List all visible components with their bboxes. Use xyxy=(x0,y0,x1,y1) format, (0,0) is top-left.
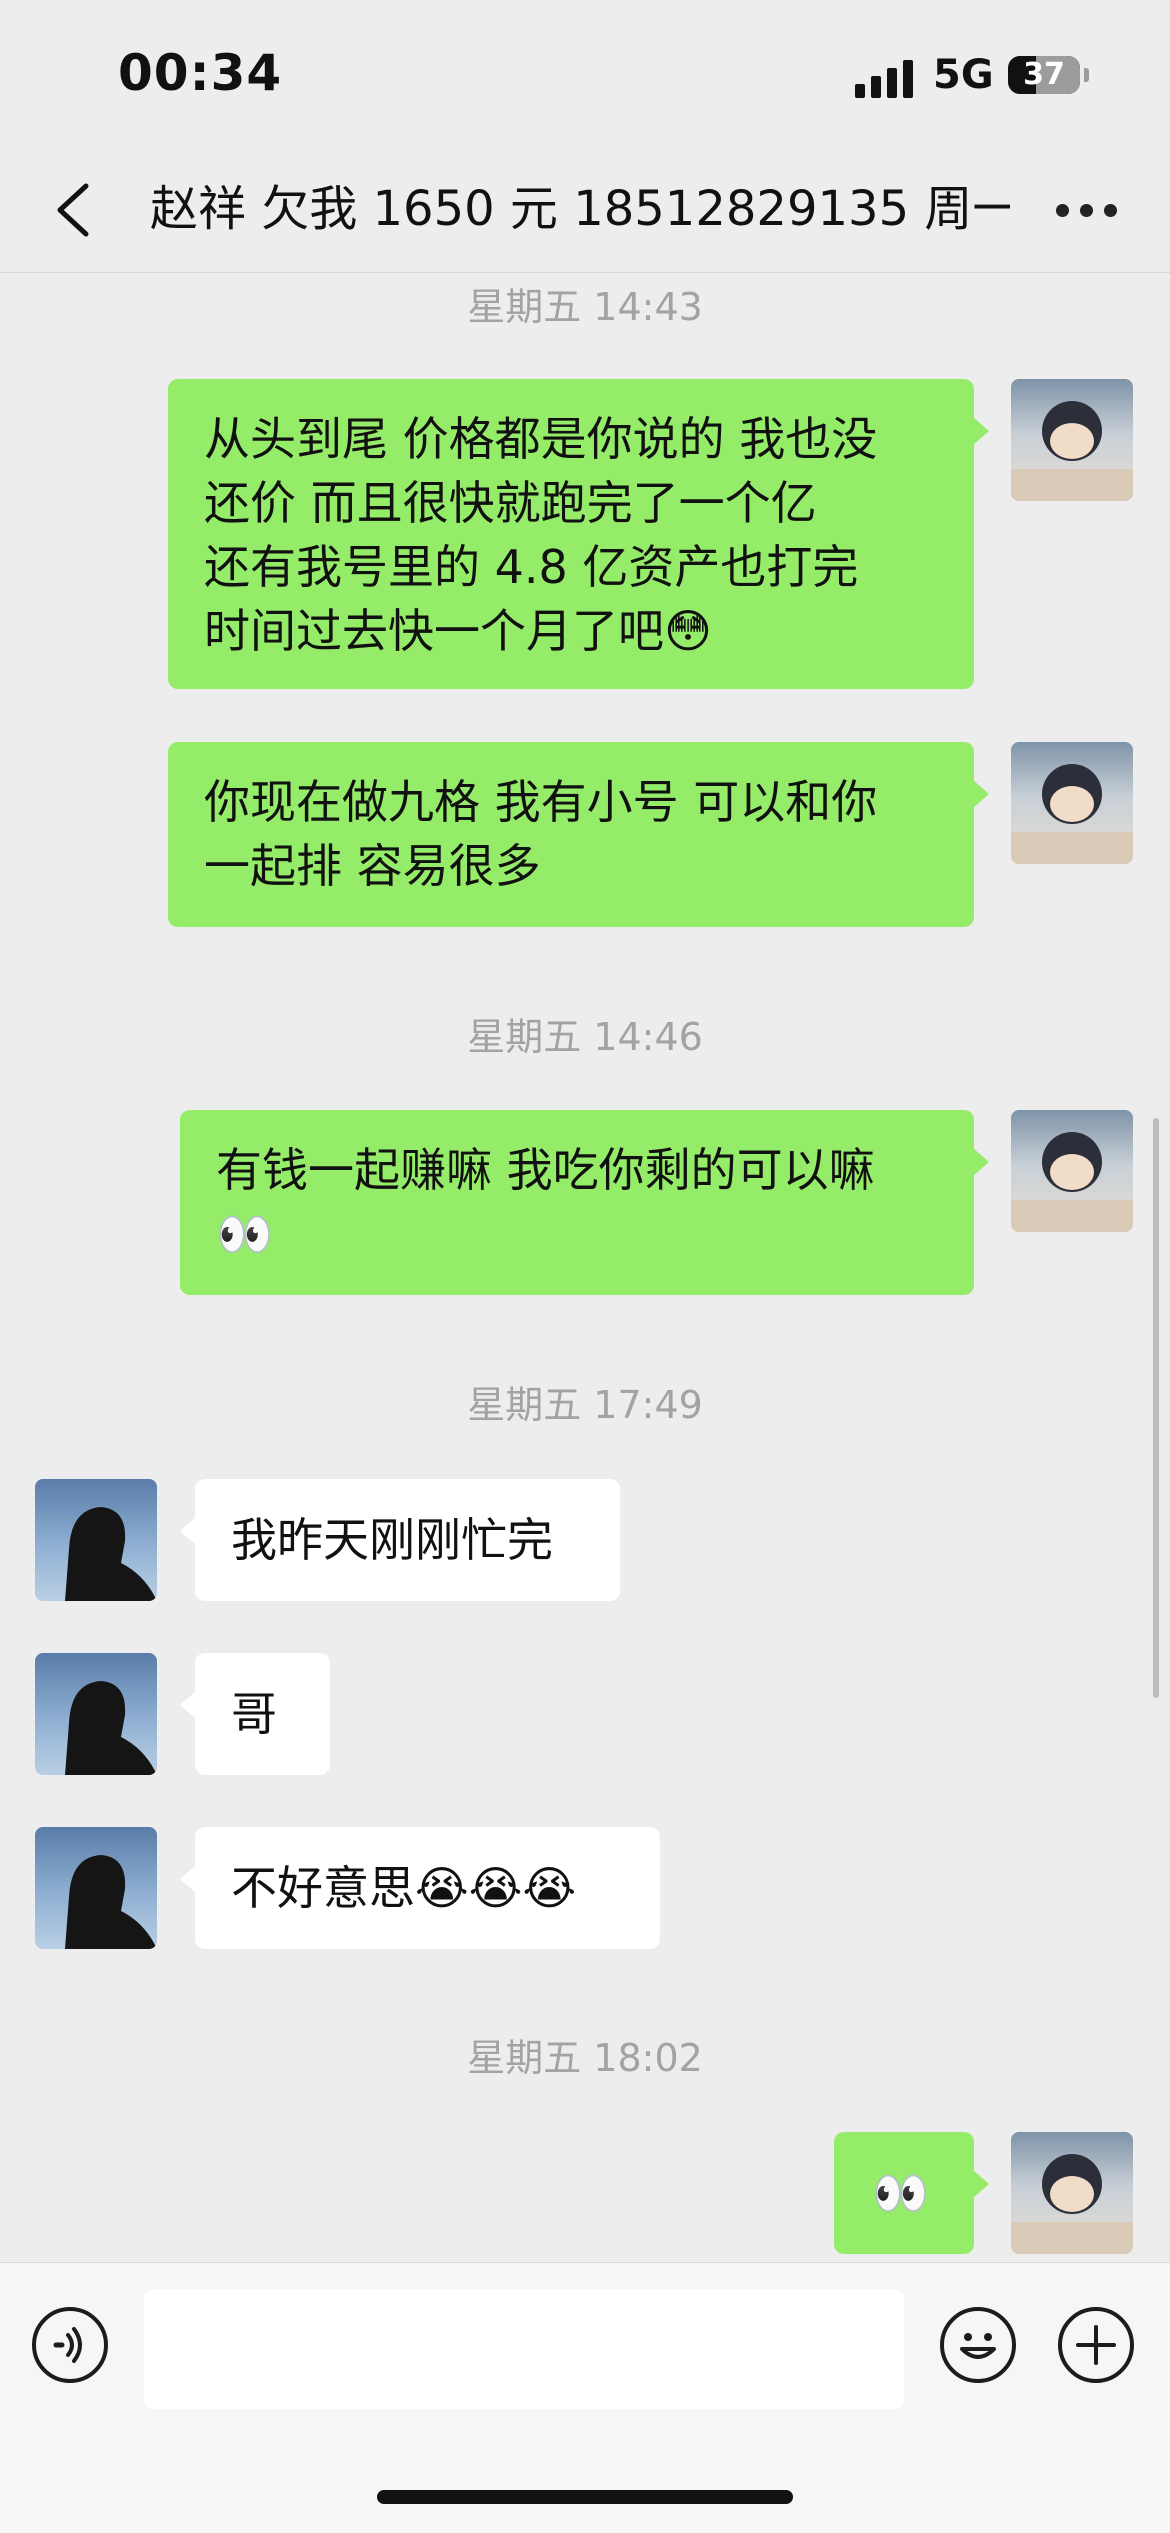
emoji-icon[interactable] xyxy=(940,2307,1016,2383)
avatar[interactable] xyxy=(1011,2132,1133,2254)
message-text: 👀 xyxy=(872,2166,930,2220)
message-text: 哥 xyxy=(231,1687,277,1741)
avatar[interactable] xyxy=(35,1827,157,1949)
message-list[interactable]: 星期五 14:43 从头到尾 价格都是你说的 我也没 还价 而且很快就跑完了一个… xyxy=(0,272,1170,2262)
battery-level: 37 xyxy=(1023,57,1065,92)
timestamp: 星期五 18:02 xyxy=(467,2036,703,2080)
outgoing-message[interactable]: 有钱一起赚嘛 我吃你剩的可以嘛 👀 xyxy=(180,1110,989,1295)
status-time: 00:34 xyxy=(118,44,283,102)
avatar[interactable] xyxy=(1011,742,1133,864)
incoming-message[interactable]: 我昨天刚刚忙完 xyxy=(180,1479,620,1601)
chevron-left-icon[interactable] xyxy=(46,178,106,242)
avatar[interactable] xyxy=(1011,379,1133,501)
avatar[interactable] xyxy=(1011,1110,1133,1232)
signal-icon xyxy=(855,60,915,98)
chat-header: 赵祥 欠我 1650 元 18512829135 周一 xyxy=(0,150,1170,273)
scrollbar[interactable] xyxy=(1153,1118,1159,1698)
incoming-message[interactable]: 不好意思😭😭😭 xyxy=(180,1827,660,1949)
message-text: 从头到尾 价格都是你说的 我也没 还价 而且很快就跑完了一个亿 还有我号里的 4… xyxy=(204,412,878,658)
home-indicator[interactable] xyxy=(377,2490,793,2504)
message-text: 有钱一起赚嘛 我吃你剩的可以嘛 👀 xyxy=(216,1143,875,1261)
outgoing-message[interactable]: 你现在做九格 我有小号 可以和你 一起排 容易很多 xyxy=(168,742,989,927)
battery-icon: 37 xyxy=(1008,56,1080,94)
timestamp: 星期五 14:43 xyxy=(467,285,703,329)
incoming-message[interactable]: 哥 xyxy=(180,1653,330,1775)
avatar[interactable] xyxy=(35,1479,157,1601)
chat-title: 赵祥 欠我 1650 元 18512829135 周一 xyxy=(150,181,1010,237)
message-text: 不好意思😭😭😭 xyxy=(231,1861,577,1915)
voice-icon[interactable] xyxy=(32,2307,108,2383)
timestamp: 星期五 14:46 xyxy=(467,1015,703,1059)
battery-tip xyxy=(1084,68,1089,82)
status-bar: 00:34 5G 37 xyxy=(0,0,1170,150)
network-label: 5G xyxy=(933,52,994,98)
message-text: 你现在做九格 我有小号 可以和你 一起排 容易很多 xyxy=(204,775,878,893)
avatar[interactable] xyxy=(35,1653,157,1775)
outgoing-message[interactable]: 从头到尾 价格都是你说的 我也没 还价 而且很快就跑完了一个亿 还有我号里的 4… xyxy=(168,379,989,689)
message-text: 我昨天刚刚忙完 xyxy=(231,1513,553,1567)
outgoing-message[interactable]: 👀 xyxy=(834,2132,989,2254)
message-input[interactable] xyxy=(144,2289,904,2409)
plus-icon[interactable] xyxy=(1058,2307,1134,2383)
timestamp: 星期五 17:49 xyxy=(467,1383,703,1427)
more-dots-icon[interactable] xyxy=(1052,196,1122,226)
